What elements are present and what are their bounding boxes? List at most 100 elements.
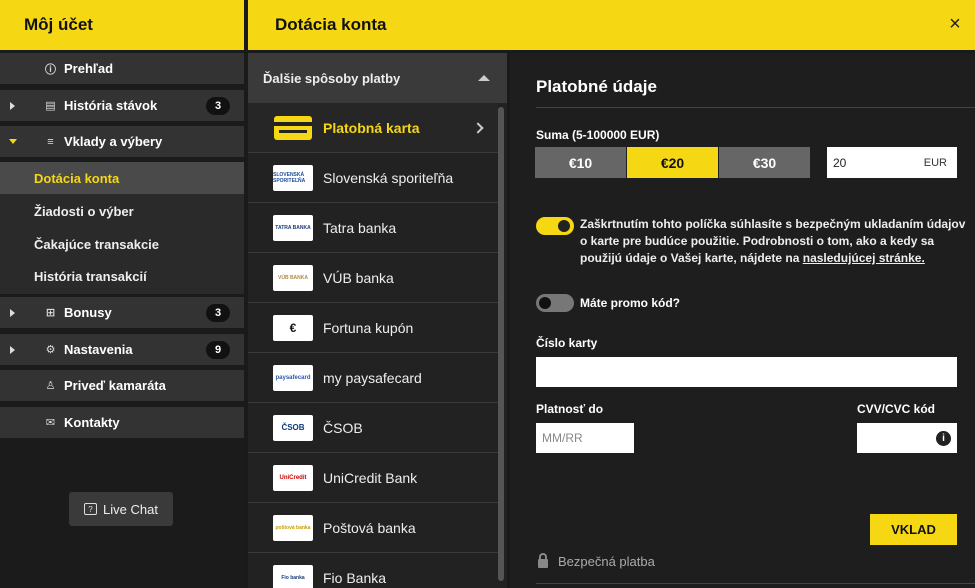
payment-method-label: Tatra banka [323,219,397,236]
payment-method-label: Fortuna kupón [323,319,414,336]
payment-methods-title: Ďalšie spôsoby platby [263,70,401,86]
amount-30-button[interactable]: €30 [719,147,810,178]
sidebar-item-overview[interactable]: ⓘ Prehľad [0,53,244,84]
sidebar-item-label: Priveď kamaráta [64,378,166,393]
payment-method-label: Poštová banka [323,519,416,536]
submenu-item-transaction-history[interactable]: História transakcií [0,260,244,292]
promo-code-toggle[interactable] [536,294,574,312]
coins-icon: ≡ [47,135,54,148]
save-card-toggle[interactable] [536,217,574,235]
tatra-banka-logo: TATRA BANKA [273,214,313,241]
cvv-field[interactable]: i [857,423,957,453]
payment-method-slsp[interactable]: SLOVENSKÁ SPORITEĽŇA Slovenská sporiteľň… [248,153,498,203]
fio-banka-logo: Fio banka [273,564,313,588]
payment-method-label: Fio Banka [323,569,387,586]
csob-logo: ČSOB [273,414,313,441]
payment-method-paysafecard[interactable]: paysafecard my paysafecard [248,353,498,403]
slsp-logo: SLOVENSKÁ SPORITEĽŇA [273,164,313,191]
card-number-label: Číslo karty [536,336,598,350]
submenu-item-account-deposit[interactable]: Dotácia konta [0,162,244,194]
voucher-icon: € [273,314,313,341]
currency-label: EUR [923,156,947,169]
payment-method-unicredit[interactable]: UniCredit UniCredit Bank [248,453,498,503]
history-icon: ▤ [45,100,56,112]
payment-method-label: VÚB banka [323,269,394,286]
card-number-field[interactable] [536,357,957,387]
payment-method-fortuna-voucher[interactable]: € Fortuna kupón [248,303,498,353]
payment-method-label: Platobná karta [323,119,420,136]
submenu-item-pending-transactions[interactable]: Čakajúce transakcie [0,228,244,260]
payment-method-postova[interactable]: poštová banka Poštová banka [248,503,498,553]
expiry-field[interactable]: MM/RR [536,423,634,453]
toggle-knob [558,220,570,232]
gift-icon: ⊞ [45,307,56,319]
payment-methods-panel: Ďalšie spôsoby platby Platobná karta SLO… [248,53,507,588]
deposit-button[interactable]: VKLAD [870,514,957,545]
count-badge: 3 [206,303,230,322]
chat-icon: ? [84,503,98,515]
gears-icon: ⚙ [45,344,56,356]
submenu-item-withdrawal-requests[interactable]: Žiadosti o výber [0,195,244,227]
chevron-up-icon [478,75,490,81]
page-header: Dotácia konta × [248,0,975,50]
close-icon[interactable]: × [945,14,965,34]
payment-method-label: ČSOB [323,419,363,436]
toggle-knob [539,297,551,309]
payment-method-label: Slovenská sporiteľňa [323,169,454,186]
payment-methods-header[interactable]: Ďalšie spôsoby platby [248,53,507,103]
sidebar-title: Môj účet [0,0,244,50]
vub-logo: VÚB BANKA [273,264,313,291]
chevron-right-icon [10,308,15,317]
chevron-down-icon [9,139,17,144]
sidebar-item-deposits-withdrawals[interactable]: ≡ Vklady a výbery [0,126,244,157]
sidebar-item-label: Bonusy [64,305,112,320]
payment-details-form: Platobné údaje Suma (5-100000 EUR) €10 €… [510,53,975,588]
live-chat-button[interactable]: ? Live Chat [69,492,173,526]
sidebar-item-label: Kontakty [64,415,120,430]
cvv-label: CVV/CVC kód [857,402,936,416]
sidebar-item-label: Vklady a výbery [64,134,163,149]
sidebar-item-refer-friend[interactable]: ♙ Priveď kamaráta [0,370,244,401]
form-title: Platobné údaje [536,77,657,96]
user-icon: ♙ [45,380,56,392]
payment-method-label: UniCredit Bank [323,469,418,486]
info-icon[interactable]: i [936,430,951,446]
count-badge: 3 [206,96,230,115]
chevron-right-icon [472,121,484,134]
mail-icon: ✉ [45,417,56,429]
payment-method-label: my paysafecard [323,369,422,386]
amount-label: Suma (5-100000 EUR) [536,128,660,142]
unicredit-logo: UniCredit [273,464,313,491]
payment-method-vub[interactable]: VÚB BANKA VÚB banka [248,253,498,303]
divider [536,107,975,108]
sidebar-item-contacts[interactable]: ✉ Kontakty [0,407,244,438]
postova-banka-logo: poštová banka [273,514,313,541]
secure-payment-label: Bezpečná platba [558,554,655,569]
live-chat-label: Live Chat [103,501,158,517]
payment-method-card[interactable]: Platobná karta [248,103,498,153]
page-title: Dotácia konta [275,15,387,34]
divider [536,583,975,584]
payment-method-tatra[interactable]: TATRA BANKA Tatra banka [248,203,498,253]
sidebar-item-settings[interactable]: ⚙ Nastavenia 9 [0,334,244,365]
save-card-consent-text: Zaškrtnutím tohto políčka súhlasíte s be… [580,216,970,267]
amount-10-button[interactable]: €10 [535,147,626,178]
payment-method-fio[interactable]: Fio banka Fio Banka [248,553,498,588]
payment-methods-scrollbar[interactable] [498,107,504,581]
amount-input[interactable]: 20 EUR [827,147,957,178]
lock-icon [538,553,548,568]
expiry-placeholder: MM/RR [542,431,583,445]
details-link[interactable]: nasledujúcej stránke. [803,251,925,265]
credit-card-icon [274,115,312,140]
sidebar-item-label: Nastavenia [64,342,133,357]
payment-method-csob[interactable]: ČSOB ČSOB [248,403,498,453]
amount-20-button[interactable]: €20 [627,147,718,178]
account-sidebar: Môj účet ⓘ Prehľad ▤ História stávok 3 ≡… [0,0,244,588]
expiry-label: Platnosť do [536,402,604,416]
sidebar-item-bonuses[interactable]: ⊞ Bonusy 3 [0,297,244,328]
chevron-right-icon [10,101,15,110]
sidebar-item-label: Prehľad [64,61,114,76]
deposits-submenu: Dotácia konta Žiadosti o výber Čakajúce … [0,162,244,294]
promo-code-label: Máte promo kód? [580,296,681,310]
sidebar-item-bet-history[interactable]: ▤ História stávok 3 [0,90,244,121]
